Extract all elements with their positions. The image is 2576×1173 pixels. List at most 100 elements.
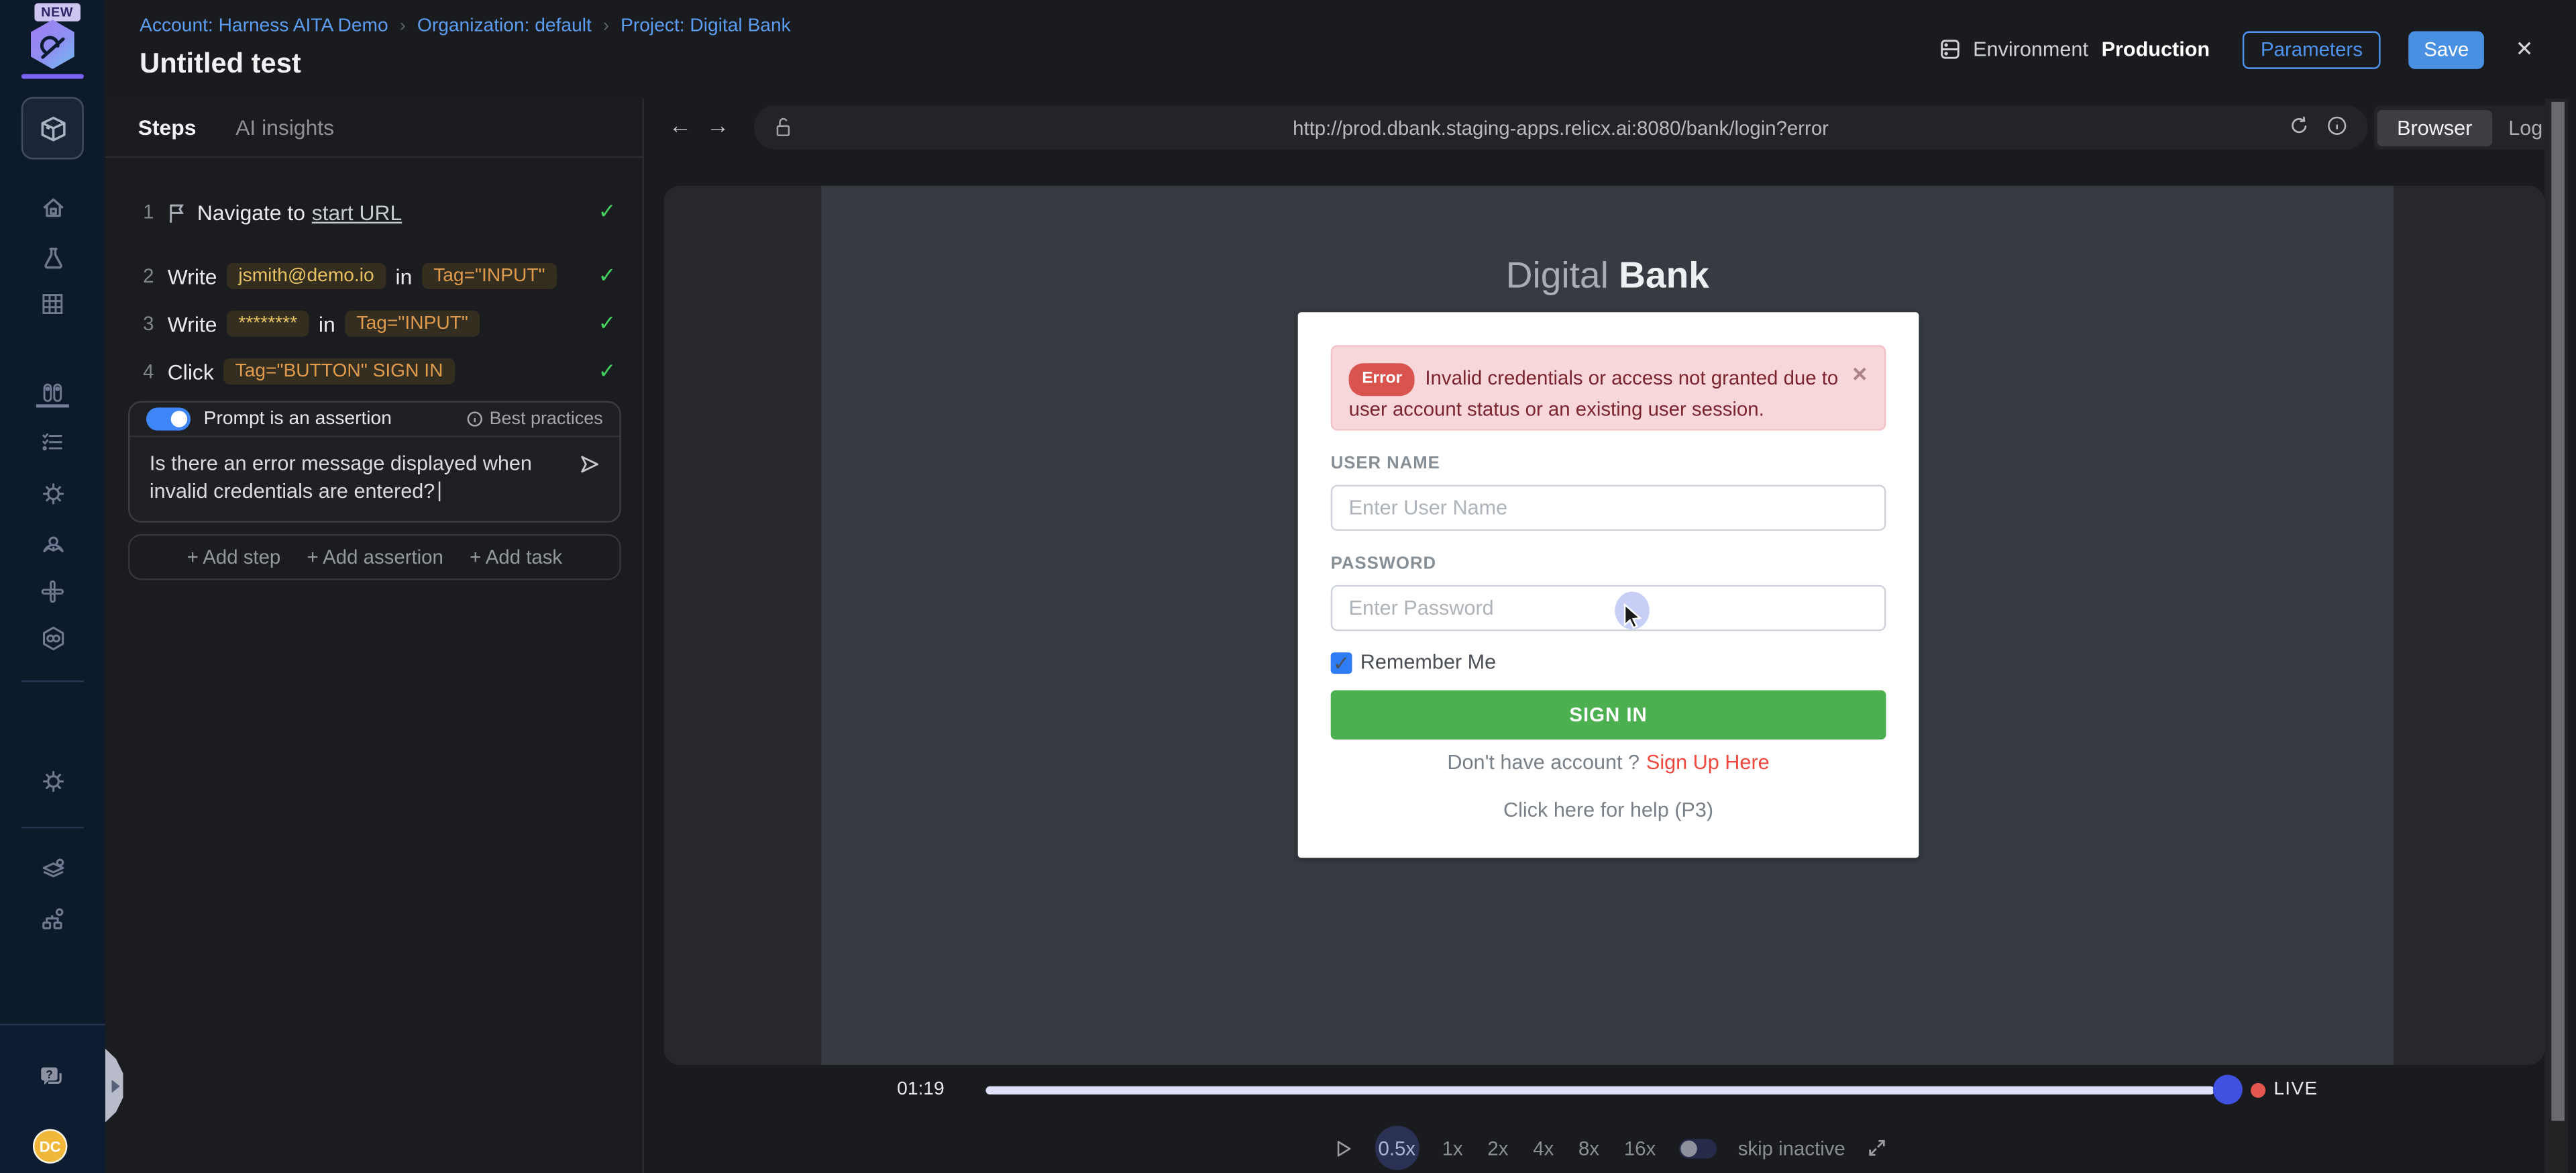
best-practices-link[interactable]: Best practices — [466, 409, 602, 429]
scrollbar[interactable] — [2545, 99, 2568, 1173]
sidebar-item-chaos[interactable] — [38, 623, 67, 652]
add-assertion-button[interactable]: + Add assertion — [307, 546, 443, 568]
back-icon[interactable]: ← — [669, 112, 692, 138]
tab-steps[interactable]: Steps — [138, 115, 197, 140]
browser-chrome: ← → http://prod.dbank.staging-apps.relic… — [644, 99, 2576, 154]
assertion-prompt-input[interactable]: Is there an error message displayed when… — [129, 437, 573, 506]
steps-tabs: Steps AI insights — [105, 99, 643, 158]
step-value-chip[interactable]: ******** — [227, 311, 309, 337]
step-action: Write — [168, 311, 217, 336]
chevron-right-icon: › — [400, 16, 406, 36]
checkbox-checked-icon[interactable]: ✓ — [1331, 652, 1352, 673]
step-connector: in — [396, 264, 413, 289]
error-alert: ErrorInvalid credentials or access not g… — [1331, 345, 1886, 430]
signup-text: Don't have account ? — [1447, 751, 1640, 774]
replayed-webpage: Digital Bank ErrorInvalid credentials or… — [822, 186, 2394, 1065]
live-dot-icon — [2251, 1083, 2265, 1098]
chevron-right-icon — [111, 1079, 119, 1092]
timeline-track[interactable] — [985, 1086, 2214, 1094]
breadcrumb-project[interactable]: Project: Digital Bank — [621, 16, 791, 36]
username-label: USER NAME — [1331, 454, 1886, 473]
signup-link[interactable]: Sign Up Here — [1646, 751, 1770, 774]
password-field[interactable] — [1331, 585, 1886, 631]
sidebar-item-settings[interactable] — [38, 478, 67, 508]
sidebar-item-experiments[interactable] — [38, 243, 67, 272]
refresh-icon[interactable] — [2288, 115, 2310, 144]
start-url-link[interactable]: start URL — [312, 200, 402, 225]
sidebar-divider — [21, 827, 84, 828]
assertion-toggle[interactable] — [146, 407, 191, 430]
slack-icon — [40, 578, 66, 605]
step-passed-icon: ✓ — [598, 263, 616, 289]
speed-0-5x[interactable]: 0.5x — [1375, 1126, 1419, 1170]
parameters-button[interactable]: Parameters — [2243, 30, 2381, 68]
step-target-chip[interactable]: Tag="BUTTON" SIGN IN — [223, 358, 454, 385]
scrollbar-thumb[interactable] — [2551, 102, 2564, 1121]
playback-controls: 0.5x 1x 2x 4x 8x 16x skip inactive — [644, 1126, 2576, 1170]
sidebar-item-grid[interactable] — [38, 289, 67, 319]
save-button[interactable]: Save — [2408, 30, 2484, 68]
password-label: PASSWORD — [1331, 554, 1886, 573]
chevron-right-icon: › — [603, 16, 609, 36]
login-card: ErrorInvalid credentials or access not g… — [1298, 312, 1919, 858]
speed-1x[interactable]: 1x — [1440, 1133, 1464, 1163]
remember-me-label: Remember Me — [1360, 651, 1496, 674]
sidebar-item-integrations[interactable] — [38, 577, 67, 607]
remember-me-row[interactable]: ✓ Remember Me — [1331, 651, 1886, 674]
sidebar-item-org-structure[interactable] — [38, 904, 67, 933]
sidebar-item-checklist[interactable] — [38, 427, 67, 457]
help-link[interactable]: Click here for help (P3) — [1331, 799, 1886, 821]
tab-ai-insights[interactable]: AI insights — [235, 115, 334, 140]
forward-icon[interactable]: → — [706, 112, 729, 138]
fullscreen-icon[interactable] — [1867, 1137, 1888, 1159]
add-step-button[interactable]: + Add step — [187, 546, 281, 568]
add-actions-row: + Add step + Add assertion + Add task — [128, 534, 621, 580]
step-row-2[interactable]: 2 Write jsmith@demo.io in Tag="INPUT" ✓ — [105, 258, 643, 294]
sidebar-item-default-settings[interactable] — [38, 854, 67, 884]
add-task-button[interactable]: + Add task — [470, 546, 562, 568]
sidebar-item-home[interactable] — [38, 193, 67, 222]
harness-logo-icon[interactable] — [28, 19, 77, 68]
speed-2x[interactable]: 2x — [1486, 1133, 1510, 1163]
close-icon[interactable]: ✕ — [2516, 36, 2534, 62]
timeline-thumb[interactable] — [2213, 1075, 2243, 1105]
breadcrumb-organization[interactable]: Organization: default — [417, 16, 592, 36]
step-number: 1 — [143, 201, 158, 223]
send-prompt-icon[interactable] — [577, 452, 602, 484]
sidebar-item-incognito[interactable] — [38, 527, 67, 557]
sidebar-item-modules[interactable] — [21, 97, 84, 159]
url-text[interactable]: http://prod.dbank.staging-apps.relicx.ai… — [754, 117, 2367, 140]
steps-panel: Steps AI insights 1 Navigate to start UR… — [105, 99, 644, 1173]
incognito-icon — [39, 528, 67, 556]
live-label: LIVE — [2273, 1080, 2318, 1099]
breadcrumb-account[interactable]: Account: Harness AITA Demo — [140, 16, 388, 36]
step-target-chip[interactable]: Tag="INPUT" — [422, 263, 557, 289]
step-row-4[interactable]: 4 Click Tag="BUTTON" SIGN IN ✓ — [105, 354, 643, 390]
digital-bank-logo: Digital Bank — [822, 255, 2394, 298]
step-value-chip[interactable]: jsmith@demo.io — [227, 263, 386, 289]
step-target-chip[interactable]: Tag="INPUT" — [345, 311, 480, 337]
tab-browser[interactable]: Browser — [2377, 109, 2492, 146]
browser-panel: ← → http://prod.dbank.staging-apps.relic… — [644, 99, 2576, 1173]
skip-inactive-toggle[interactable] — [1679, 1138, 1717, 1158]
info-icon[interactable] — [2326, 115, 2348, 144]
sign-in-button[interactable]: SIGN IN — [1331, 691, 1886, 740]
info-icon — [466, 411, 482, 427]
replay-timeline: 01:19 LIVE — [644, 1065, 2576, 1117]
sidebar: NEW — [0, 0, 105, 1173]
environment-value[interactable]: Production — [2102, 38, 2210, 60]
sidebar-item-project-settings[interactable] — [38, 766, 67, 795]
url-bar[interactable]: http://prod.dbank.staging-apps.relicx.ai… — [754, 105, 2367, 150]
step-row-1[interactable]: 1 Navigate to start URL ✓ — [105, 194, 643, 230]
speed-8x[interactable]: 8x — [1577, 1133, 1601, 1163]
username-field[interactable] — [1331, 484, 1886, 531]
step-row-3[interactable]: 3 Write ******** in Tag="INPUT" ✓ — [105, 306, 643, 342]
speed-4x[interactable]: 4x — [1532, 1133, 1556, 1163]
alert-close-icon[interactable]: ✕ — [1851, 362, 1868, 388]
play-icon[interactable] — [1332, 1136, 1354, 1159]
help-button[interactable]: ? — [38, 1062, 67, 1091]
step-number: 3 — [143, 312, 158, 335]
sidebar-active-underline — [36, 404, 69, 407]
speed-16x[interactable]: 16x — [1622, 1133, 1657, 1163]
user-avatar[interactable]: DC — [33, 1129, 67, 1163]
